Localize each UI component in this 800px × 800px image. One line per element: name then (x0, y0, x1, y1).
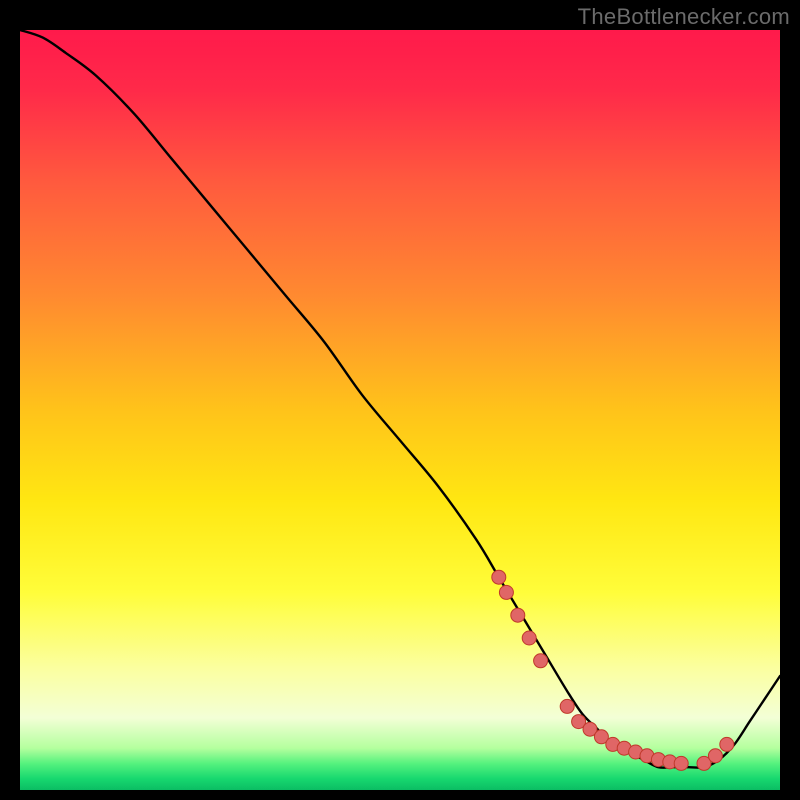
chart-svg (20, 30, 780, 790)
watermark-text: TheBottlenecker.com (578, 4, 790, 30)
highlight-dot (534, 654, 548, 668)
highlight-dot (560, 699, 574, 713)
highlight-dot (720, 737, 734, 751)
plot-area (20, 30, 780, 790)
highlight-dot (674, 756, 688, 770)
highlight-dot (492, 570, 506, 584)
highlight-dot (499, 585, 513, 599)
highlight-dot (522, 631, 536, 645)
highlight-dot (511, 608, 525, 622)
gradient-bg (20, 30, 780, 790)
chart-container: TheBottlenecker.com (0, 0, 800, 800)
highlight-dot (708, 749, 722, 763)
